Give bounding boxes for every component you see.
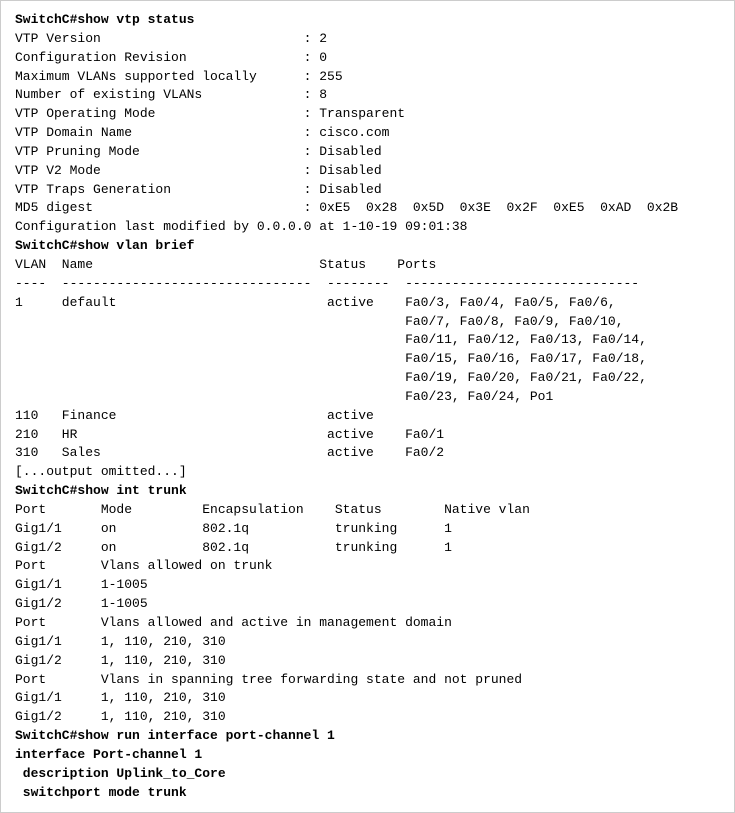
terminal-line-l19: Fa0/7, Fa0/8, Fa0/9, Fa0/10, [15, 313, 720, 332]
terminal-line-l1: SwitchC#show vtp status [15, 11, 720, 30]
terminal-line-l25: 210 HR active Fa0/1 [15, 426, 720, 445]
terminal-line-l16: VLAN Name Status Ports [15, 256, 720, 275]
terminal-line-l32: Gig1/2 on 802.1q trunking 1 [15, 539, 720, 558]
terminal-line-l46: SwitchC#show run interface port-channel … [15, 727, 720, 746]
terminal-line-l26: 310 Sales active Fa0/2 [15, 444, 720, 463]
terminal-line-l34: Port Vlans allowed on trunk [15, 557, 720, 576]
terminal-line-l23: Fa0/23, Fa0/24, Po1 [15, 388, 720, 407]
terminal-line-l3: Configuration Revision : 0 [15, 49, 720, 68]
terminal-line-l20: Fa0/11, Fa0/12, Fa0/13, Fa0/14, [15, 331, 720, 350]
terminal-line-l38: Port Vlans allowed and active in managem… [15, 614, 720, 633]
terminal-line-l7: VTP Domain Name : cisco.com [15, 124, 720, 143]
terminal-line-l12: Configuration last modified by 0.0.0.0 a… [15, 218, 720, 237]
terminal-line-l24: 110 Finance active [15, 407, 720, 426]
terminal-line-l36: Gig1/2 1-1005 [15, 595, 720, 614]
terminal-line-l5: Number of existing VLANs : 8 [15, 86, 720, 105]
terminal-line-l29: SwitchC#show int trunk [15, 482, 720, 501]
terminal-line-l6: VTP Operating Mode : Transparent [15, 105, 720, 124]
terminal-line-l10: VTP Traps Generation : Disabled [15, 181, 720, 200]
terminal-line-l49: switchport mode trunk [15, 784, 720, 803]
terminal-line-l40: Gig1/2 1, 110, 210, 310 [15, 652, 720, 671]
terminal-output: SwitchC#show vtp statusVTP Version : 2Co… [0, 0, 735, 813]
terminal-line-l2: VTP Version : 2 [15, 30, 720, 49]
terminal-line-l48: description Uplink_to_Core [15, 765, 720, 784]
terminal-line-l8: VTP Pruning Mode : Disabled [15, 143, 720, 162]
terminal-line-l44: Gig1/2 1, 110, 210, 310 [15, 708, 720, 727]
terminal-line-l21: Fa0/15, Fa0/16, Fa0/17, Fa0/18, [15, 350, 720, 369]
terminal-line-l47: interface Port-channel 1 [15, 746, 720, 765]
terminal-line-l43: Gig1/1 1, 110, 210, 310 [15, 689, 720, 708]
terminal-line-l4: Maximum VLANs supported locally : 255 [15, 68, 720, 87]
terminal-line-l35: Gig1/1 1-1005 [15, 576, 720, 595]
terminal-line-l11: MD5 digest : 0xE5 0x28 0x5D 0x3E 0x2F 0x… [15, 199, 720, 218]
terminal-line-l39: Gig1/1 1, 110, 210, 310 [15, 633, 720, 652]
terminal-line-l14: SwitchC#show vlan brief [15, 237, 720, 256]
terminal-line-l9: VTP V2 Mode : Disabled [15, 162, 720, 181]
terminal-line-l31: Gig1/1 on 802.1q trunking 1 [15, 520, 720, 539]
terminal-line-l30: Port Mode Encapsulation Status Native vl… [15, 501, 720, 520]
terminal-line-l42: Port Vlans in spanning tree forwarding s… [15, 671, 720, 690]
terminal-line-l17: ---- -------------------------------- --… [15, 275, 720, 294]
terminal-line-l22: Fa0/19, Fa0/20, Fa0/21, Fa0/22, [15, 369, 720, 388]
terminal-line-l27: [...output omitted...] [15, 463, 720, 482]
terminal-line-l18: 1 default active Fa0/3, Fa0/4, Fa0/5, Fa… [15, 294, 720, 313]
